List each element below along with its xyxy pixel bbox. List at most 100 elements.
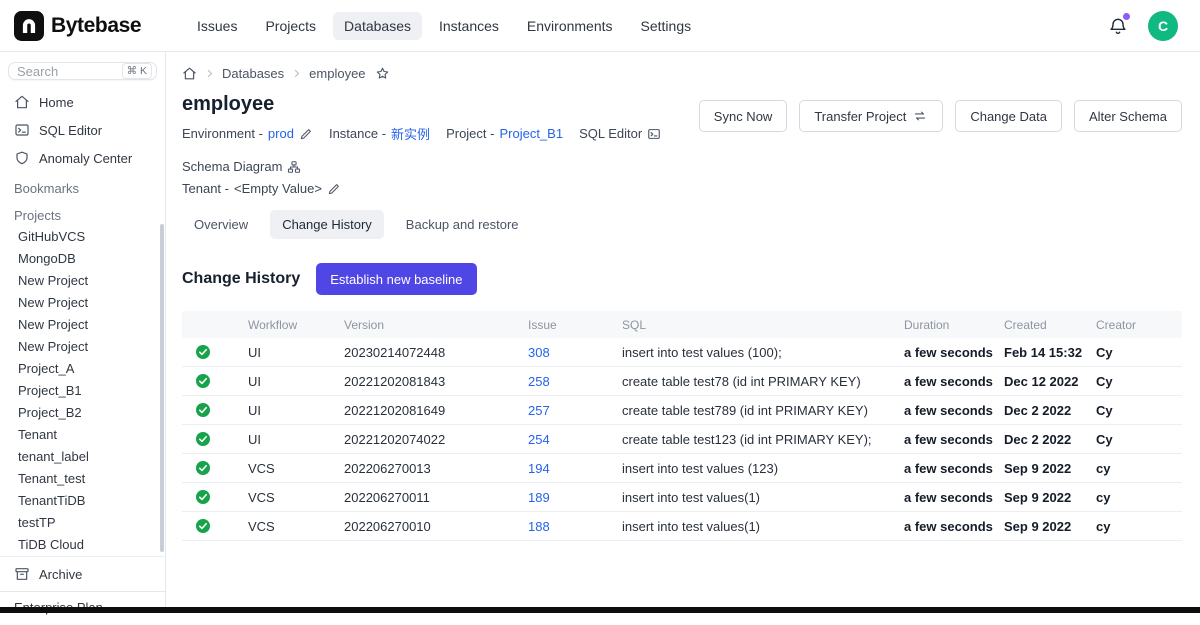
table-header-row: Workflow Version Issue SQL Duration Crea… <box>182 311 1182 338</box>
sidebar-item-label: Archive <box>39 567 82 582</box>
sidebar-project-item[interactable]: New Project <box>0 292 165 314</box>
meta-environment: Environment - prod <box>182 126 313 141</box>
home-icon <box>14 94 30 110</box>
sidebar-item-anomaly-center[interactable]: Anomaly Center <box>0 144 165 172</box>
cell-created: Dec 12 2022 <box>996 374 1088 389</box>
sidebar-scrollbar[interactable] <box>160 224 164 552</box>
tenant-value: <Empty Value> <box>234 181 322 196</box>
table-row[interactable]: VCS 202206270010 188 insert into test va… <box>182 512 1182 541</box>
cell-version: 20221202074022 <box>336 432 520 447</box>
nav-item[interactable]: Settings <box>630 12 703 40</box>
table-row[interactable]: UI 20221202074022 254 create table test1… <box>182 425 1182 454</box>
archive-icon <box>14 566 30 582</box>
sidebar-project-item[interactable]: Project_B2 <box>0 402 165 424</box>
sidebar-item-sql-editor[interactable]: SQL Editor <box>0 116 165 144</box>
cell-version: 20221202081649 <box>336 403 520 418</box>
table-row[interactable]: UI 20221202081843 258 create table test7… <box>182 367 1182 396</box>
nav-item[interactable]: Environments <box>516 12 624 40</box>
cell-issue-link[interactable]: 258 <box>520 374 614 389</box>
change-data-button[interactable]: Change Data <box>955 100 1062 132</box>
cell-issue-link[interactable]: 308 <box>520 345 614 360</box>
meta-tenant: Tenant - <Empty Value> <box>182 181 341 196</box>
search-box[interactable]: ⌘ K <box>8 62 157 80</box>
bytebase-logo-icon[interactable] <box>14 11 44 41</box>
cell-duration: a few seconds <box>896 461 996 476</box>
sidebar-project-item[interactable]: testTP <box>0 512 165 534</box>
cell-workflow: UI <box>240 345 336 360</box>
tab[interactable]: Overview <box>182 210 260 239</box>
cell-status <box>182 460 240 476</box>
cell-duration: a few seconds <box>896 345 996 360</box>
sidebar-project-item[interactable]: New Project <box>0 270 165 292</box>
sidebar-project-item[interactable]: Project_A <box>0 358 165 380</box>
cell-created: Feb 14 15:32 <box>996 345 1088 360</box>
sidebar-project-item[interactable]: TiDB Cloud <box>0 534 165 556</box>
environment-label: Environment - <box>182 126 263 141</box>
schema-diagram-icon <box>287 160 301 174</box>
cell-issue-link[interactable]: 254 <box>520 432 614 447</box>
breadcrumb-home-icon[interactable] <box>182 66 197 81</box>
establish-baseline-button[interactable]: Establish new baseline <box>316 263 476 295</box>
notification-dot <box>1123 13 1130 20</box>
nav-item[interactable]: Issues <box>186 12 248 40</box>
breadcrumb-databases[interactable]: Databases <box>222 66 284 81</box>
sidebar-project-item[interactable]: New Project <box>0 314 165 336</box>
sidebar-project-item[interactable]: tenant_label <box>0 446 165 468</box>
window-bottom-bar <box>0 607 1200 613</box>
cell-issue-link[interactable]: 188 <box>520 519 614 534</box>
sidebar-project-item[interactable]: Tenant_test <box>0 468 165 490</box>
environment-link[interactable]: prod <box>268 126 294 141</box>
table-row[interactable]: UI 20230214072448 308 insert into test v… <box>182 338 1182 367</box>
cell-issue-link[interactable]: 257 <box>520 403 614 418</box>
cell-sql: insert into test values(1) <box>614 519 896 534</box>
schema-diagram-link[interactable]: Schema Diagram <box>182 159 301 174</box>
cell-sql: create table test789 (id int PRIMARY KEY… <box>614 403 896 418</box>
cell-created: Sep 9 2022 <box>996 490 1088 505</box>
brand: Bytebase <box>14 11 176 41</box>
sidebar-item-label: SQL Editor <box>39 123 102 138</box>
sidebar-item-home[interactable]: Home <box>0 88 165 116</box>
sidebar-project-item[interactable]: MongoDB <box>0 248 165 270</box>
notifications-bell-icon[interactable] <box>1108 16 1128 36</box>
button-label: Sync Now <box>714 109 773 124</box>
sidebar-project-item[interactable]: New Project <box>0 336 165 358</box>
col-workflow: Workflow <box>240 318 336 332</box>
sidebar-project-item[interactable]: Tenant <box>0 424 165 446</box>
col-sql: SQL <box>614 318 896 332</box>
table-row[interactable]: VCS 202206270011 189 insert into test va… <box>182 483 1182 512</box>
chevron-right-icon <box>291 68 302 79</box>
col-version: Version <box>336 318 520 332</box>
sidebar-project-item[interactable]: GitHubVCS <box>0 226 165 248</box>
cell-issue-link[interactable]: 189 <box>520 490 614 505</box>
transfer-project-button[interactable]: Transfer Project <box>799 100 943 132</box>
tab[interactable]: Backup and restore <box>394 210 531 239</box>
nav-item[interactable]: Databases <box>333 12 422 40</box>
table-row[interactable]: VCS 202206270013 194 insert into test va… <box>182 454 1182 483</box>
user-avatar[interactable]: C <box>1148 11 1178 41</box>
cell-sql: create table test123 (id int PRIMARY KEY… <box>614 432 896 447</box>
sidebar-project-item[interactable]: Project_B1 <box>0 380 165 402</box>
cell-creator: Cy <box>1088 345 1182 360</box>
sidebar-project-item[interactable]: TenantTiDB <box>0 490 165 512</box>
instance-link[interactable]: 新实例 <box>391 124 430 143</box>
tab[interactable]: Change History <box>270 210 384 239</box>
terminal-icon <box>647 127 661 141</box>
bookmark-star-icon[interactable] <box>375 66 390 81</box>
edit-pencil-icon[interactable] <box>299 127 313 141</box>
sql-editor-link[interactable]: SQL Editor <box>579 126 661 141</box>
sync-now-button[interactable]: Sync Now <box>699 100 788 132</box>
project-link[interactable]: Project_B1 <box>499 126 563 141</box>
nav-item[interactable]: Instances <box>428 12 510 40</box>
table-row[interactable]: UI 20221202081649 257 create table test7… <box>182 396 1182 425</box>
cell-duration: a few seconds <box>896 432 996 447</box>
edit-pencil-icon[interactable] <box>327 182 341 196</box>
cell-issue-link[interactable]: 194 <box>520 461 614 476</box>
button-label: Change Data <box>970 109 1047 124</box>
cell-creator: Cy <box>1088 432 1182 447</box>
alter-schema-button[interactable]: Alter Schema <box>1074 100 1182 132</box>
cell-creator: cy <box>1088 490 1182 505</box>
search-input[interactable] <box>17 64 99 79</box>
nav-item[interactable]: Projects <box>254 12 327 40</box>
sidebar-item-archive[interactable]: Archive <box>0 560 165 588</box>
col-creator: Creator <box>1088 318 1182 332</box>
